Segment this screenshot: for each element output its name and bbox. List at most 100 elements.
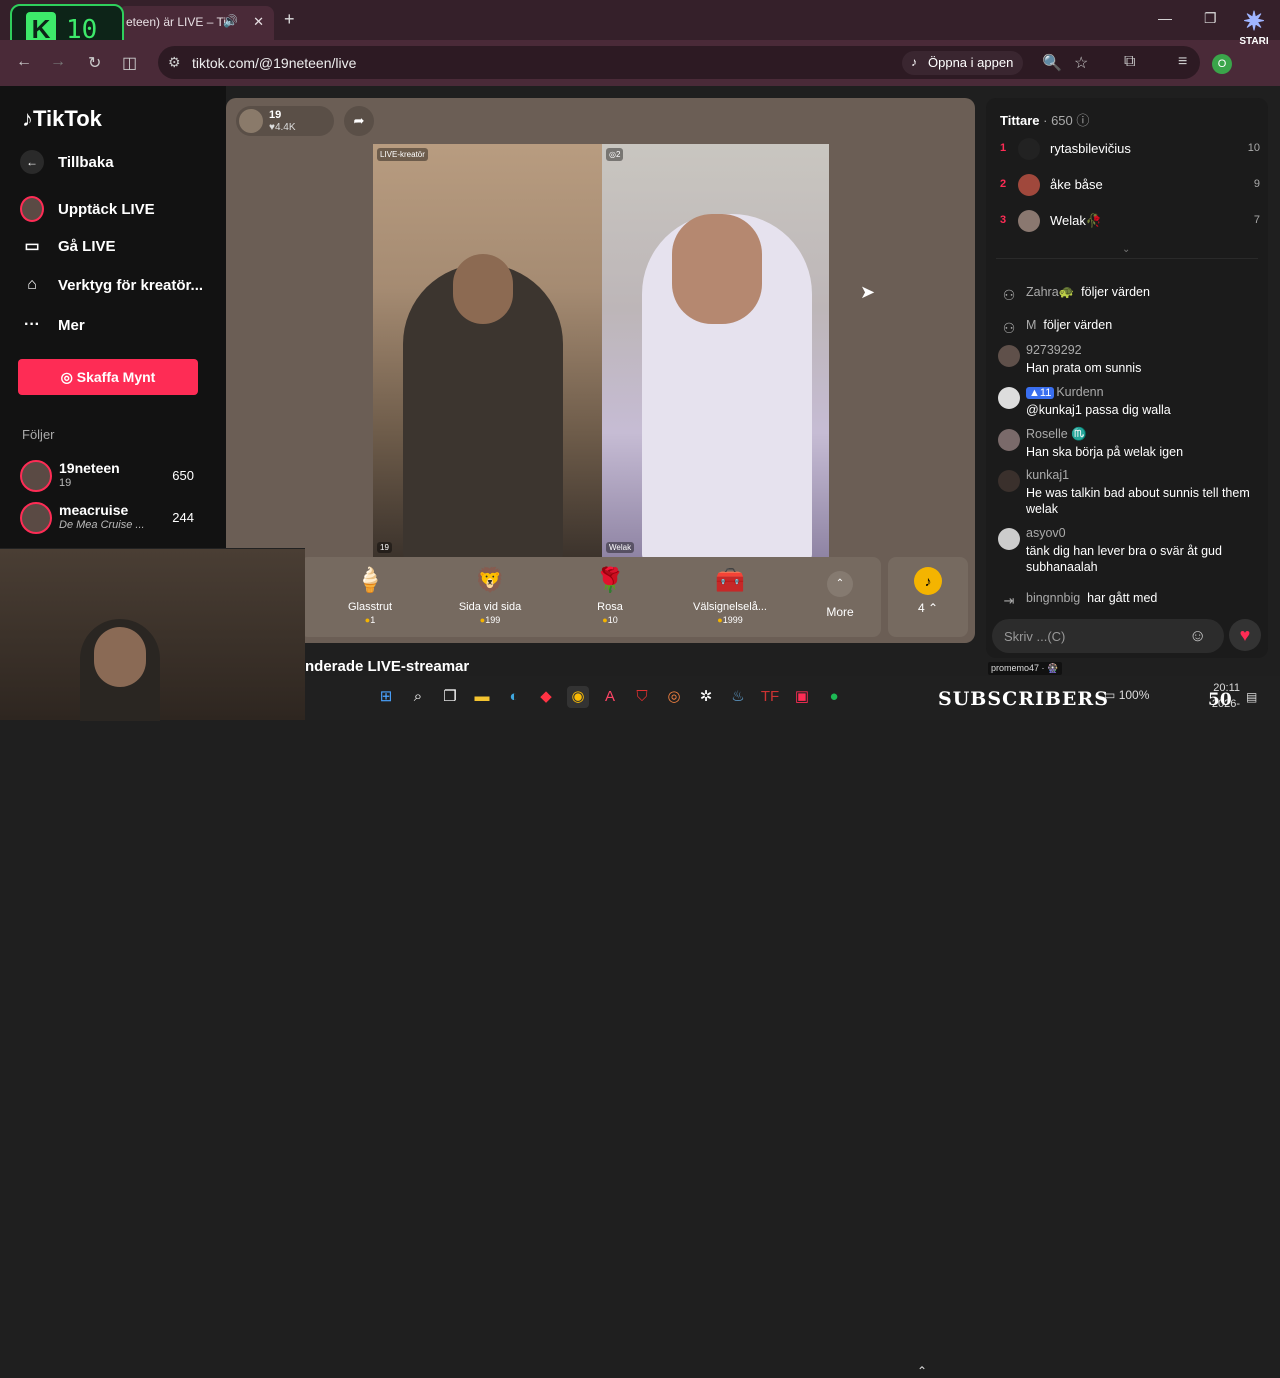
gift-item[interactable]: 🦁 Sida vid sida ●199 [440, 565, 540, 625]
split-view-icon[interactable]: ◫ [122, 53, 137, 73]
expand-chevron-icon[interactable]: ⌄ [1122, 244, 1130, 255]
sidebar-item-go-live[interactable]: ▭ Gå LIVE [20, 236, 115, 256]
site-info-icon[interactable]: ⚙ [168, 54, 181, 71]
speaker-icon[interactable]: 🔊 [223, 14, 238, 28]
viewers-count: · 650 [1043, 113, 1073, 128]
tray-chevron-icon[interactable]: ⌃ [917, 1364, 927, 1378]
new-tab-button[interactable]: + [284, 9, 295, 30]
gift-price: ●199 [479, 615, 501, 625]
more-dots-icon: ··· [24, 316, 40, 333]
webcam-overlay [0, 548, 305, 721]
chat-user: asyov0 [1026, 526, 1066, 540]
avatar [998, 345, 1020, 367]
right-video-label: Welak [606, 542, 635, 553]
get-coins-button[interactable]: ◎ Skaffa Mynt [18, 359, 198, 395]
restore-icon[interactable]: ❐ [1204, 10, 1217, 27]
gift-item[interactable]: 🧰 Välsignelselå... ●1999 [680, 565, 780, 625]
back-arrow-icon[interactable]: ← [16, 53, 32, 71]
zoom-search-icon[interactable]: 🔍 [1042, 53, 1062, 73]
profile-avatar[interactable]: O [1212, 54, 1232, 74]
app-red-diamond-icon[interactable]: ◆ [535, 686, 557, 708]
gift-bar: 🍦 Glasstrut ●1 🦁 Sida vid sida ●199 🌹 Ro… [300, 557, 881, 637]
chatgpt-icon[interactable]: ✲ [695, 686, 717, 708]
reload-icon[interactable]: ↻ [88, 53, 101, 73]
share-button[interactable]: ➦ [344, 106, 374, 136]
sidebar-item-creator-tools[interactable]: ⌂ Verktyg för kreatör... [20, 276, 203, 294]
viewer-name: rytasbilevičius [1050, 141, 1131, 156]
steam-icon[interactable]: ♨ [727, 686, 749, 708]
subscribers-label: SUBSCRIBERS [938, 688, 1109, 710]
top-viewer-row[interactable]: 3 Welak🥀 7 [1000, 208, 1260, 236]
ice-cream-gift-icon: 🍦 [355, 567, 385, 594]
app-notification-icon[interactable]: ▣ [791, 686, 813, 708]
forward-arrow-icon[interactable]: → [50, 53, 66, 71]
coin-balance-button[interactable]: ♪ 4 ⌃ [888, 557, 968, 637]
tiktok-icon: ♪ [911, 55, 917, 69]
chat-message[interactable]: 92739292 Han prata om sunnis [998, 343, 1260, 379]
browser-tab[interactable]: eteen) är LIVE – Ti 🔊 ✕ [118, 6, 274, 40]
more-gifts-button[interactable]: ⌃ More [820, 571, 860, 619]
chat-message[interactable]: ▲11 Kurdenn @kunkaj1 passa dig walla [998, 385, 1260, 421]
left-video-label: 19 [377, 542, 392, 553]
info-icon[interactable]: ⓘ [1076, 113, 1089, 128]
rank-number: 1 [1000, 142, 1007, 154]
avatar [998, 470, 1020, 492]
gift-item[interactable]: 🌹 Rosa ●10 [560, 565, 660, 625]
viewer-icon: ◎ [609, 150, 616, 159]
task-view-icon[interactable]: ❐ [439, 686, 461, 708]
file-explorer-icon[interactable]: ▬ [471, 686, 493, 708]
discover-live-label: Upptäck LIVE [58, 200, 155, 218]
mcafee-icon[interactable]: ⛉ [631, 686, 653, 708]
chat-message[interactable]: kunkaj1 He was talkin bad about sunnis t… [998, 468, 1260, 520]
divider [996, 258, 1258, 259]
minimize-icon[interactable]: — [1158, 10, 1172, 26]
edge-icon[interactable]: ◐ [503, 686, 525, 708]
tiktok-logo[interactable]: ♪TikTok [22, 106, 102, 132]
following-name: 19neteen [59, 460, 120, 476]
gift-name: Sida vid sida [458, 601, 522, 613]
back-arrow-icon: ← [20, 150, 44, 174]
chat-user: 92739292 [1026, 343, 1082, 357]
app-a-icon[interactable]: A [599, 686, 621, 708]
chat-message[interactable]: asyov0 tänk dig han lever bra o svär åt … [998, 526, 1260, 578]
gift-item[interactable]: 🍦 Glasstrut ●1 [320, 565, 420, 625]
spotify-icon[interactable]: ● [823, 686, 845, 708]
level-badge: ▲11 [1026, 387, 1055, 399]
viewers-chat-panel: Tittare · 650 ⓘ 1 rytasbilevičius 10 2 å… [986, 98, 1268, 658]
sidebar-item-discover-live[interactable]: Upptäck LIVE [20, 196, 155, 222]
video-left[interactable]: LIVE-kreatör 19 [373, 144, 602, 557]
windows-start-icon[interactable]: ⊞ [375, 686, 397, 708]
app-tf-icon[interactable]: TF [759, 686, 781, 708]
viewer-score: 7 [1253, 214, 1260, 226]
avatar [1018, 174, 1040, 196]
viewer-score: 10 [1247, 142, 1260, 154]
heart-like-button[interactable]: ♥ [1229, 619, 1261, 651]
top-viewer-row[interactable]: 2 åke båse 9 [1000, 172, 1260, 200]
gift-name: Glasstrut [347, 601, 392, 613]
following-item[interactable]: 19neteen 19 650 [20, 460, 200, 496]
following-item[interactable]: meacruise De Mea Cruise ... 244 [20, 502, 200, 538]
host-info[interactable]: 19 ♥4.4K [236, 106, 334, 136]
more-label: Mer [58, 316, 85, 334]
sidebar-item-more[interactable]: ··· Mer [20, 316, 85, 334]
search-icon[interactable]: ⌕ [407, 686, 429, 708]
close-tab-icon[interactable]: ✕ [253, 14, 264, 30]
bookmark-star-icon[interactable]: ☆ [1074, 53, 1088, 73]
video-right[interactable]: ◎2 Welak [602, 144, 829, 557]
creator-tools-icon: ⌂ [27, 276, 37, 293]
chevron-up-icon: ⌃ [827, 571, 853, 597]
top-viewer-row[interactable]: 1 rytasbilevičius 10 [1000, 136, 1260, 164]
notifications-icon[interactable]: ▤ [1246, 690, 1257, 704]
battery-indicator[interactable]: ▭ 100% [1104, 688, 1149, 702]
chat-message[interactable]: Roselle ♏ Han ska börja på welak igen [998, 427, 1260, 463]
chrome-icon[interactable]: ◉ [567, 686, 589, 708]
back-button[interactable]: ← Tillbaka [20, 150, 114, 174]
media-control-icon[interactable]: ≡ [1178, 53, 1187, 71]
extensions-icon[interactable]: ⧉ [1124, 53, 1135, 71]
open-in-app-button[interactable]: ♪ Öppna i appen [902, 51, 1024, 75]
coin-icon: ◎ [60, 369, 73, 385]
app-orange-icon[interactable]: ◎ [663, 686, 685, 708]
emoji-icon[interactable]: ☺ [1189, 626, 1206, 646]
host-name: 19 [269, 109, 282, 121]
streamer-right-head [672, 214, 762, 324]
